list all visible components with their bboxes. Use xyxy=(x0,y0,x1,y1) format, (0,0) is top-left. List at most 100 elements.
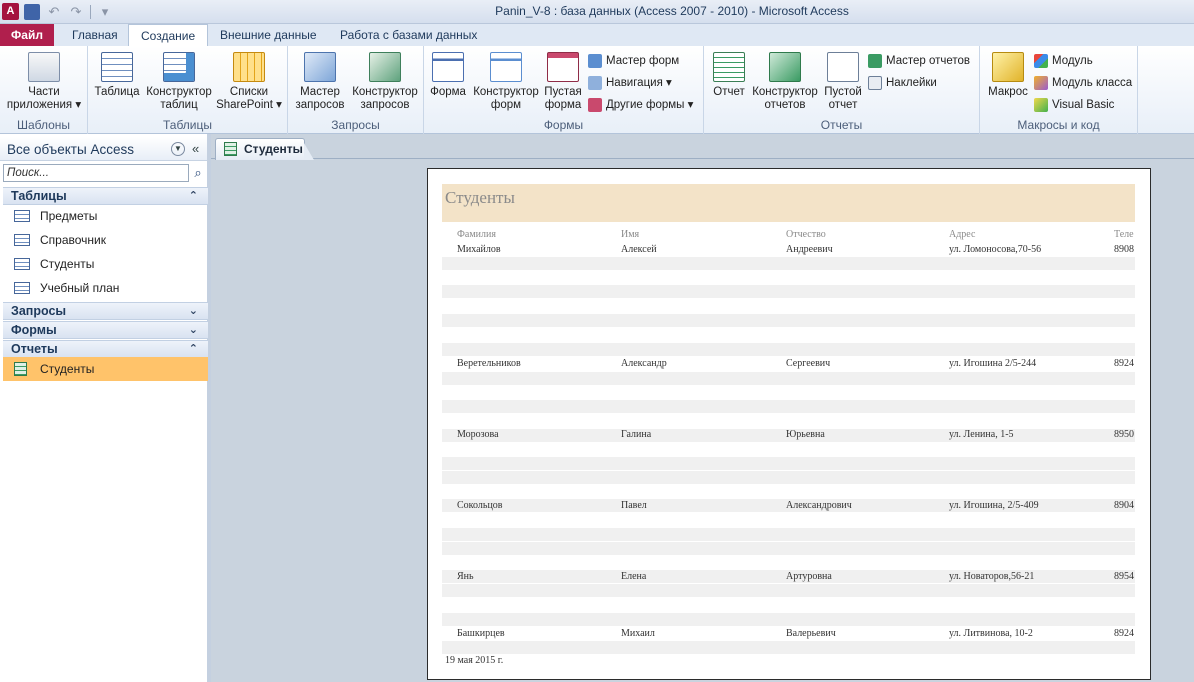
nav-item-spravochnik[interactable]: Справочник xyxy=(3,228,208,252)
query-wizard-button[interactable]: Мастер запросов xyxy=(290,52,350,112)
navigation-pane: Все объекты Access ▼ « Поиск... ⌕ Таблиц… xyxy=(0,134,211,682)
nav-category-label: Отчеты xyxy=(11,342,58,356)
report-wizard-button[interactable]: Мастер отчетов xyxy=(868,52,970,70)
cell-telefon: 8950 xyxy=(1114,429,1134,440)
cell-familiya: Морозова xyxy=(457,429,499,440)
group-tables: Таблица Конструктор таблиц Списки ShareP… xyxy=(88,46,288,134)
form-wizard-label: Мастер форм xyxy=(606,55,680,67)
nav-category-reports[interactable]: Отчеты ⌃ xyxy=(3,340,208,358)
group-label-queries: Запросы xyxy=(331,118,380,132)
cell-adres: ул. Ленина, 1-5 xyxy=(949,429,1014,440)
cell-telefon: 8954 xyxy=(1114,571,1134,582)
cell-telefon: 8908 xyxy=(1114,244,1134,255)
cell-otchestvo: Артуровна xyxy=(786,571,832,582)
report-band xyxy=(442,528,1135,541)
report-design-label: Конструктор отчетов xyxy=(752,86,818,111)
module-button[interactable]: Модуль xyxy=(1034,52,1093,70)
form-wizard-icon xyxy=(588,54,602,68)
window-title: Panin_V-8 : база данных (Access 2007 - 2… xyxy=(495,4,849,18)
visual-basic-label: Visual Basic xyxy=(1052,99,1115,111)
table-button[interactable]: Таблица xyxy=(92,52,142,99)
tab-file[interactable]: Файл xyxy=(0,24,54,46)
report-button[interactable]: Отчет xyxy=(708,52,750,99)
visual-basic-button[interactable]: Visual Basic xyxy=(1034,96,1114,114)
column-header-familiya: Фамилия xyxy=(457,229,496,240)
form-label: Форма xyxy=(430,86,466,98)
report-band xyxy=(442,471,1135,484)
search-icon[interactable]: ⌕ xyxy=(190,164,206,182)
tab-home[interactable]: Главная xyxy=(60,24,130,46)
group-label-reports: Отчеты xyxy=(820,118,863,132)
cell-imya: Алексей xyxy=(621,244,657,255)
table-icon xyxy=(14,282,30,294)
report-band xyxy=(442,641,1135,654)
blank-report-button[interactable]: Пустой отчет xyxy=(822,52,864,112)
navigation-icon xyxy=(588,76,602,90)
chevron-down-icon[interactable]: ▼ xyxy=(171,142,185,156)
cell-otchestvo: Валерьевич xyxy=(786,628,836,639)
report-design-icon xyxy=(769,52,801,82)
cell-adres: ул. Игошина, 2/5-409 xyxy=(949,500,1039,511)
cell-familiya: Сокольцов xyxy=(457,500,503,511)
nav-category-queries[interactable]: Запросы ⌄ xyxy=(3,302,208,320)
title-bar: A ↶ ↷ ▾ Panin_V-8 : база данных (Access … xyxy=(0,0,1194,24)
cell-otchestvo: Сергеевич xyxy=(786,358,831,369)
sharepoint-lists-button[interactable]: Списки SharePoint ▾ xyxy=(214,52,284,112)
report-design-button[interactable]: Конструктор отчетов xyxy=(750,52,820,112)
group-label-forms: Формы xyxy=(543,118,584,132)
nav-item-label: Справочник xyxy=(40,233,106,247)
class-module-button[interactable]: Модуль класса xyxy=(1034,74,1132,92)
form-design-button[interactable]: Конструктор форм xyxy=(470,52,542,112)
table-design-label: Конструктор таблиц xyxy=(146,86,212,111)
report-wizard-label: Мастер отчетов xyxy=(886,55,971,67)
tab-external-data[interactable]: Внешние данные xyxy=(208,24,329,46)
report-band xyxy=(442,314,1135,327)
class-module-label: Модуль класса xyxy=(1052,77,1133,89)
cell-otchestvo: Александрович xyxy=(786,500,852,511)
cell-familiya: Башкирцев xyxy=(457,628,505,639)
form-wizard-button[interactable]: Мастер форм xyxy=(588,52,679,70)
group-label-templates: Шаблоны xyxy=(16,118,71,132)
collapse-pane-icon[interactable]: « xyxy=(192,141,199,156)
blank-form-button[interactable]: Пустая форма xyxy=(542,52,584,112)
nav-header[interactable]: Все объекты Access ▼ « xyxy=(0,137,207,161)
document-tab-studenty[interactable]: Студенты xyxy=(215,138,314,160)
labels-button[interactable]: Наклейки xyxy=(868,74,937,92)
nav-search-input[interactable]: Поиск... xyxy=(3,164,189,182)
group-queries: Мастер запросов Конструктор запросов Зап… xyxy=(288,46,424,134)
query-design-icon xyxy=(369,52,401,82)
nav-title: Все объекты Access xyxy=(7,142,134,157)
nav-item-studenty-table[interactable]: Студенты xyxy=(3,252,208,276)
cell-familiya: Веретельников xyxy=(457,358,521,369)
chevron-down-icon: ⌄ xyxy=(188,324,198,336)
visual-basic-icon xyxy=(1034,98,1048,112)
query-design-button[interactable]: Конструктор запросов xyxy=(348,52,422,112)
cell-adres: ул. Литвинова, 10-2 xyxy=(949,628,1033,639)
cell-familiya: Янь xyxy=(457,571,474,582)
module-label: Модуль xyxy=(1052,55,1093,67)
tab-create[interactable]: Создание xyxy=(128,24,209,47)
form-button[interactable]: Форма xyxy=(428,52,468,99)
cell-imya: Павел xyxy=(621,500,647,511)
nav-item-label: Студенты xyxy=(40,257,95,271)
query-design-label: Конструктор запросов xyxy=(352,86,418,111)
group-macros: Макрос Модуль Модуль класса Visual Basic… xyxy=(980,46,1138,134)
nav-category-tables[interactable]: Таблицы ⌃ xyxy=(3,187,208,205)
nav-item-studenty-report[interactable]: Студенты xyxy=(3,357,208,381)
macro-button[interactable]: Макрос xyxy=(984,52,1032,99)
group-templates: Части приложения ▾ Шаблоны xyxy=(0,46,88,134)
nav-item-uchebny-plan[interactable]: Учебный план xyxy=(3,276,208,300)
nav-item-predmety[interactable]: Предметы xyxy=(3,204,208,228)
tab-database-tools[interactable]: Работа с базами данных xyxy=(328,24,489,46)
report-band xyxy=(442,400,1135,413)
nav-category-forms[interactable]: Формы ⌄ xyxy=(3,321,208,339)
report-icon xyxy=(224,142,237,156)
macro-label: Макрос xyxy=(988,86,1028,98)
cell-adres: ул. Новаторов,56-21 xyxy=(949,571,1035,582)
group-label-macros: Макросы и код xyxy=(1017,118,1100,132)
navigation-button[interactable]: Навигация ▾ xyxy=(588,74,672,92)
application-parts-button[interactable]: Части приложения ▾ xyxy=(2,52,86,112)
other-forms-button[interactable]: Другие формы ▾ xyxy=(588,96,693,114)
report-icon xyxy=(14,362,27,376)
table-design-button[interactable]: Конструктор таблиц xyxy=(144,52,214,112)
